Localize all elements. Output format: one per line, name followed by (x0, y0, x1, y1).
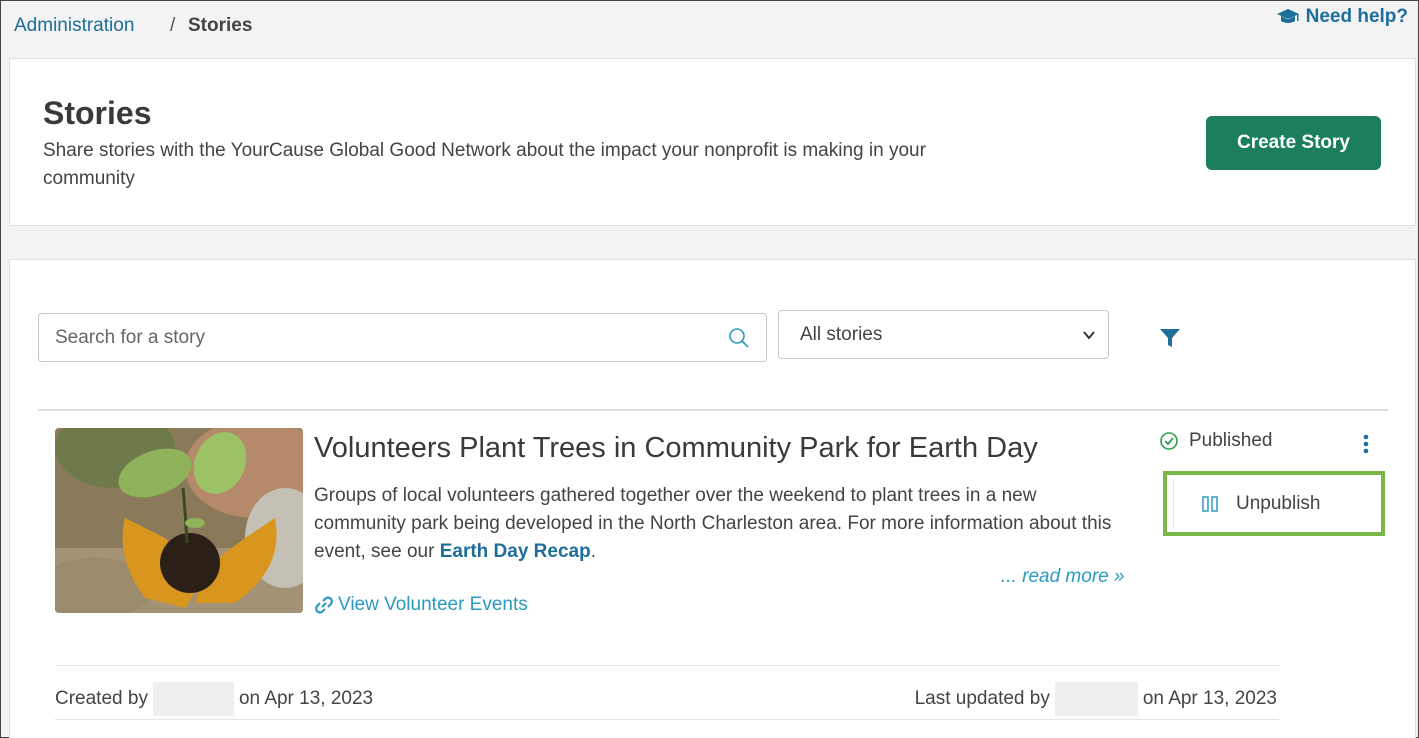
breadcrumb-administration[interactable]: Administration (14, 15, 134, 37)
create-story-button[interactable]: Create Story (1206, 116, 1381, 170)
status-label: Published (1189, 430, 1273, 451)
chevron-down-icon (1083, 331, 1095, 340)
divider (55, 665, 1279, 666)
unpublish-menu-item[interactable]: Unpublish (1173, 479, 1375, 528)
need-help-label: Need help? (1305, 6, 1408, 27)
filter-icon[interactable] (1158, 326, 1182, 350)
status-badge: Published (1159, 430, 1272, 452)
story-body: Groups of local volunteers gathered toge… (314, 482, 1114, 566)
search-icon[interactable] (728, 327, 750, 349)
breadcrumb-current: Stories (188, 15, 253, 36)
story-filter-select[interactable]: All stories (778, 310, 1109, 359)
link-icon (315, 596, 333, 614)
stories-list-card: All stories Volunteers Plant Trees in Co… (9, 259, 1416, 738)
redacted-author (152, 682, 234, 716)
updated-suffix: on Apr 13, 2023 (1142, 688, 1277, 709)
view-volunteer-events-link[interactable]: View Volunteer Events (314, 594, 528, 616)
story-actions-menu: Unpublish (1163, 471, 1385, 536)
divider (38, 409, 1388, 411)
divider (55, 719, 1279, 720)
top-bar: Administration / Stories Need help? (1, 1, 1418, 58)
view-events-label: View Volunteer Events (338, 594, 528, 615)
breadcrumb-separator: / (170, 15, 176, 36)
more-options-icon[interactable] (1360, 432, 1372, 456)
graduation-cap-icon (1276, 9, 1299, 23)
created-info: Created by on Apr 13, 2023 (55, 682, 373, 716)
unpublish-label: Unpublish (1236, 492, 1321, 514)
search-box[interactable] (38, 313, 767, 362)
redacted-editor (1054, 682, 1138, 716)
created-suffix: on Apr 13, 2023 (238, 688, 374, 709)
updated-info: Last updated by on Apr 13, 2023 (915, 682, 1277, 716)
pause-icon (1202, 495, 1218, 512)
read-more-link[interactable]: ... read more » (1001, 566, 1125, 588)
story-thumbnail (55, 428, 303, 613)
story-body-text: Groups of local volunteers gathered toge… (314, 485, 1112, 562)
need-help-link[interactable]: Need help? (1276, 6, 1408, 28)
search-input[interactable] (55, 326, 715, 350)
header-card: Stories Share stories with the YourCause… (9, 58, 1416, 226)
story-body-end: . (590, 541, 596, 562)
story-filter-value: All stories (800, 324, 883, 345)
check-circle-icon (1160, 432, 1178, 450)
page-title: Stories (43, 95, 152, 131)
created-prefix: Created by (55, 688, 148, 709)
updated-prefix: Last updated by (914, 688, 1050, 709)
story-title[interactable]: Volunteers Plant Trees in Community Park… (314, 432, 1038, 465)
page-description: Share stories with the YourCause Global … (43, 140, 926, 189)
earth-day-recap-link[interactable]: Earth Day Recap (440, 541, 591, 562)
